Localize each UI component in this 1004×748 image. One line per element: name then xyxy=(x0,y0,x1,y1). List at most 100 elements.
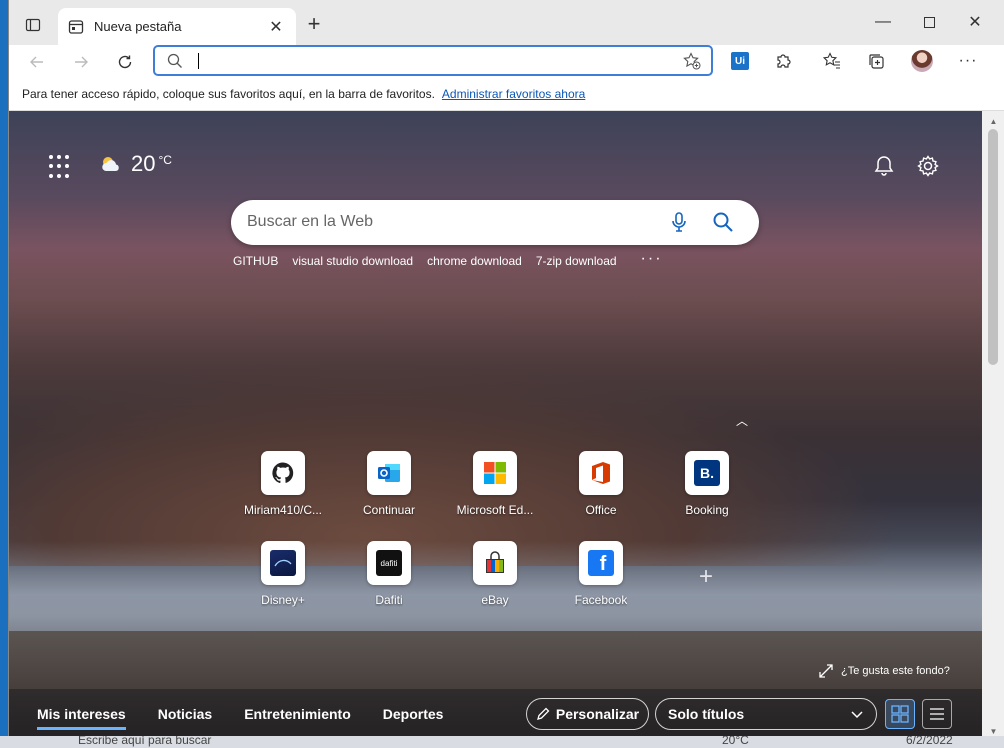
tile-label: Dafiti xyxy=(375,593,403,607)
back-arrow-icon xyxy=(30,56,43,68)
tile-label: Microsoft Ed... xyxy=(456,503,534,517)
quick-link-tile[interactable]: Continuar xyxy=(341,451,437,531)
more-icon: ··· xyxy=(958,52,978,69)
booking-icon: B. xyxy=(694,460,720,486)
back-button[interactable] xyxy=(23,48,51,76)
favorites-bar-message: Para tener acceso rápido, coloque sus fa… xyxy=(22,87,435,101)
personalize-button[interactable]: Personalizar xyxy=(526,698,649,730)
quick-link-tile[interactable]: Disney+ xyxy=(235,541,331,621)
profile-button[interactable] xyxy=(907,47,937,75)
puzzle-icon xyxy=(777,54,791,68)
refresh-button[interactable] xyxy=(111,48,139,76)
new-tab-page: 20 °C Buscar en la Web GITHUB visual stu… xyxy=(9,111,982,740)
quick-link-tile[interactable]: Office xyxy=(553,451,649,531)
tab-noticias[interactable]: Noticias xyxy=(158,706,212,730)
quick-search-link[interactable]: visual studio download xyxy=(292,254,413,268)
tab-actions-button[interactable] xyxy=(19,12,47,38)
quick-link-tile[interactable]: Miriam410/C... xyxy=(235,451,331,531)
weather-temperature: 20 xyxy=(131,151,156,176)
quick-search-link[interactable]: 7-zip download xyxy=(536,254,617,268)
quick-link-tile[interactable]: f Facebook xyxy=(553,541,649,621)
collapse-tiles-chevron-icon[interactable]: ︿ xyxy=(735,413,749,428)
expand-arrows-icon xyxy=(819,664,833,678)
windows-taskbar: Escribe aquí para buscar 20°C 6/2/2022 xyxy=(0,736,1004,748)
taskbar-weather[interactable]: 20°C xyxy=(722,736,749,747)
avatar xyxy=(911,50,933,72)
uipath-extension-button[interactable]: Ui xyxy=(725,47,755,75)
uipath-extension-icon: Ui xyxy=(731,52,749,70)
extensions-button[interactable] xyxy=(769,47,799,75)
minimize-button[interactable]: — xyxy=(860,10,906,34)
chevron-down-icon xyxy=(851,711,863,719)
tab-title: Nueva pestaña xyxy=(94,19,182,34)
notifications-bell-icon[interactable] xyxy=(871,153,897,179)
browser-window: Nueva pestaña ✕ + — ✕ Ui ··· Para tener … xyxy=(8,0,1004,740)
toolbar: Ui ··· xyxy=(9,45,1004,77)
maximize-button[interactable] xyxy=(906,10,952,34)
partly-cloudy-icon xyxy=(102,157,119,171)
microsoft-icon xyxy=(484,462,506,484)
pencil-icon xyxy=(536,707,550,720)
quick-link-tile[interactable]: B. Booking xyxy=(659,451,755,531)
weather-unit: °C xyxy=(158,153,172,167)
personalize-label: Personalizar xyxy=(555,706,640,722)
title-bar: Nueva pestaña ✕ + — ✕ xyxy=(9,0,1004,45)
quick-link-tile[interactable]: Microsoft Ed... xyxy=(447,451,543,531)
tile-label: Office xyxy=(585,503,617,517)
tab-deportes[interactable]: Deportes xyxy=(383,706,444,730)
background-question: ¿Te gusta este fondo? xyxy=(841,665,950,677)
web-search-box[interactable]: Buscar en la Web xyxy=(231,200,759,245)
dafiti-icon: dafiti xyxy=(376,550,402,576)
search-submit-icon[interactable] xyxy=(711,210,735,234)
new-tab-button[interactable]: + xyxy=(303,11,325,36)
tile-label: Booking xyxy=(685,503,729,517)
microphone-icon[interactable] xyxy=(667,210,691,234)
text-cursor xyxy=(198,53,199,69)
address-bar[interactable] xyxy=(153,45,713,76)
browser-tab[interactable]: Nueva pestaña ✕ xyxy=(58,8,296,45)
facebook-icon: f xyxy=(588,550,614,576)
scrollbar-thumb[interactable] xyxy=(988,129,998,365)
tab-entretenimiento[interactable]: Entretenimiento xyxy=(244,706,351,730)
list-layout-button[interactable] xyxy=(922,699,952,729)
layout-select[interactable]: Solo títulos xyxy=(655,698,877,730)
forward-button[interactable] xyxy=(67,48,95,76)
feed-tabs: Mis intereses Noticias Entretenimiento D… xyxy=(37,706,443,730)
tile-label: Continuar xyxy=(362,503,416,517)
tile-label: Disney+ xyxy=(261,593,305,607)
close-window-button[interactable]: ✕ xyxy=(952,10,998,34)
desktop-background xyxy=(0,0,8,748)
quick-search-link[interactable]: chrome download xyxy=(427,254,522,268)
scroll-up-arrow-icon[interactable]: ▲ xyxy=(982,115,1004,127)
page-settings-gear-icon[interactable] xyxy=(915,153,941,179)
taskbar-search[interactable]: Escribe aquí para buscar xyxy=(78,736,211,747)
quick-link-tile[interactable]: dafiti Dafiti xyxy=(341,541,437,621)
tile-label: Facebook xyxy=(574,593,628,607)
weather-widget[interactable]: 20 °C xyxy=(99,151,172,177)
tile-label: eBay xyxy=(481,593,509,607)
app-launcher-icon[interactable] xyxy=(49,155,73,179)
favorites-button[interactable] xyxy=(817,47,847,75)
favorites-star-icon xyxy=(823,52,840,69)
manage-favorites-link[interactable]: Administrar favoritos ahora xyxy=(442,87,585,101)
add-favorite-icon[interactable] xyxy=(683,52,701,70)
background-feedback[interactable]: ¿Te gusta este fondo? xyxy=(819,664,950,678)
collections-button[interactable] xyxy=(861,47,891,75)
collections-icon xyxy=(869,54,884,69)
page-scrollbar[interactable]: ▲ ▼ xyxy=(982,111,1004,740)
settings-more-button[interactable]: ··· xyxy=(953,47,983,75)
quick-link-tile[interactable]: eBay xyxy=(447,541,543,621)
tile-label: Miriam410/C... xyxy=(243,503,323,517)
trending-searches: GITHUB visual studio download chrome dow… xyxy=(233,250,663,268)
list-view-icon xyxy=(930,708,944,720)
more-searches-icon[interactable]: ··· xyxy=(641,250,663,268)
add-site-plus-icon[interactable]: + xyxy=(695,565,717,589)
tab-mis-intereses[interactable]: Mis intereses xyxy=(37,706,126,730)
disney-icon xyxy=(270,550,296,576)
grid-layout-button[interactable] xyxy=(885,699,915,729)
close-tab-icon[interactable]: ✕ xyxy=(266,17,286,37)
quick-search-link[interactable]: GITHUB xyxy=(233,254,278,268)
refresh-icon xyxy=(118,55,132,69)
grid-view-icon xyxy=(891,705,909,723)
taskbar-date[interactable]: 6/2/2022 xyxy=(906,736,953,747)
